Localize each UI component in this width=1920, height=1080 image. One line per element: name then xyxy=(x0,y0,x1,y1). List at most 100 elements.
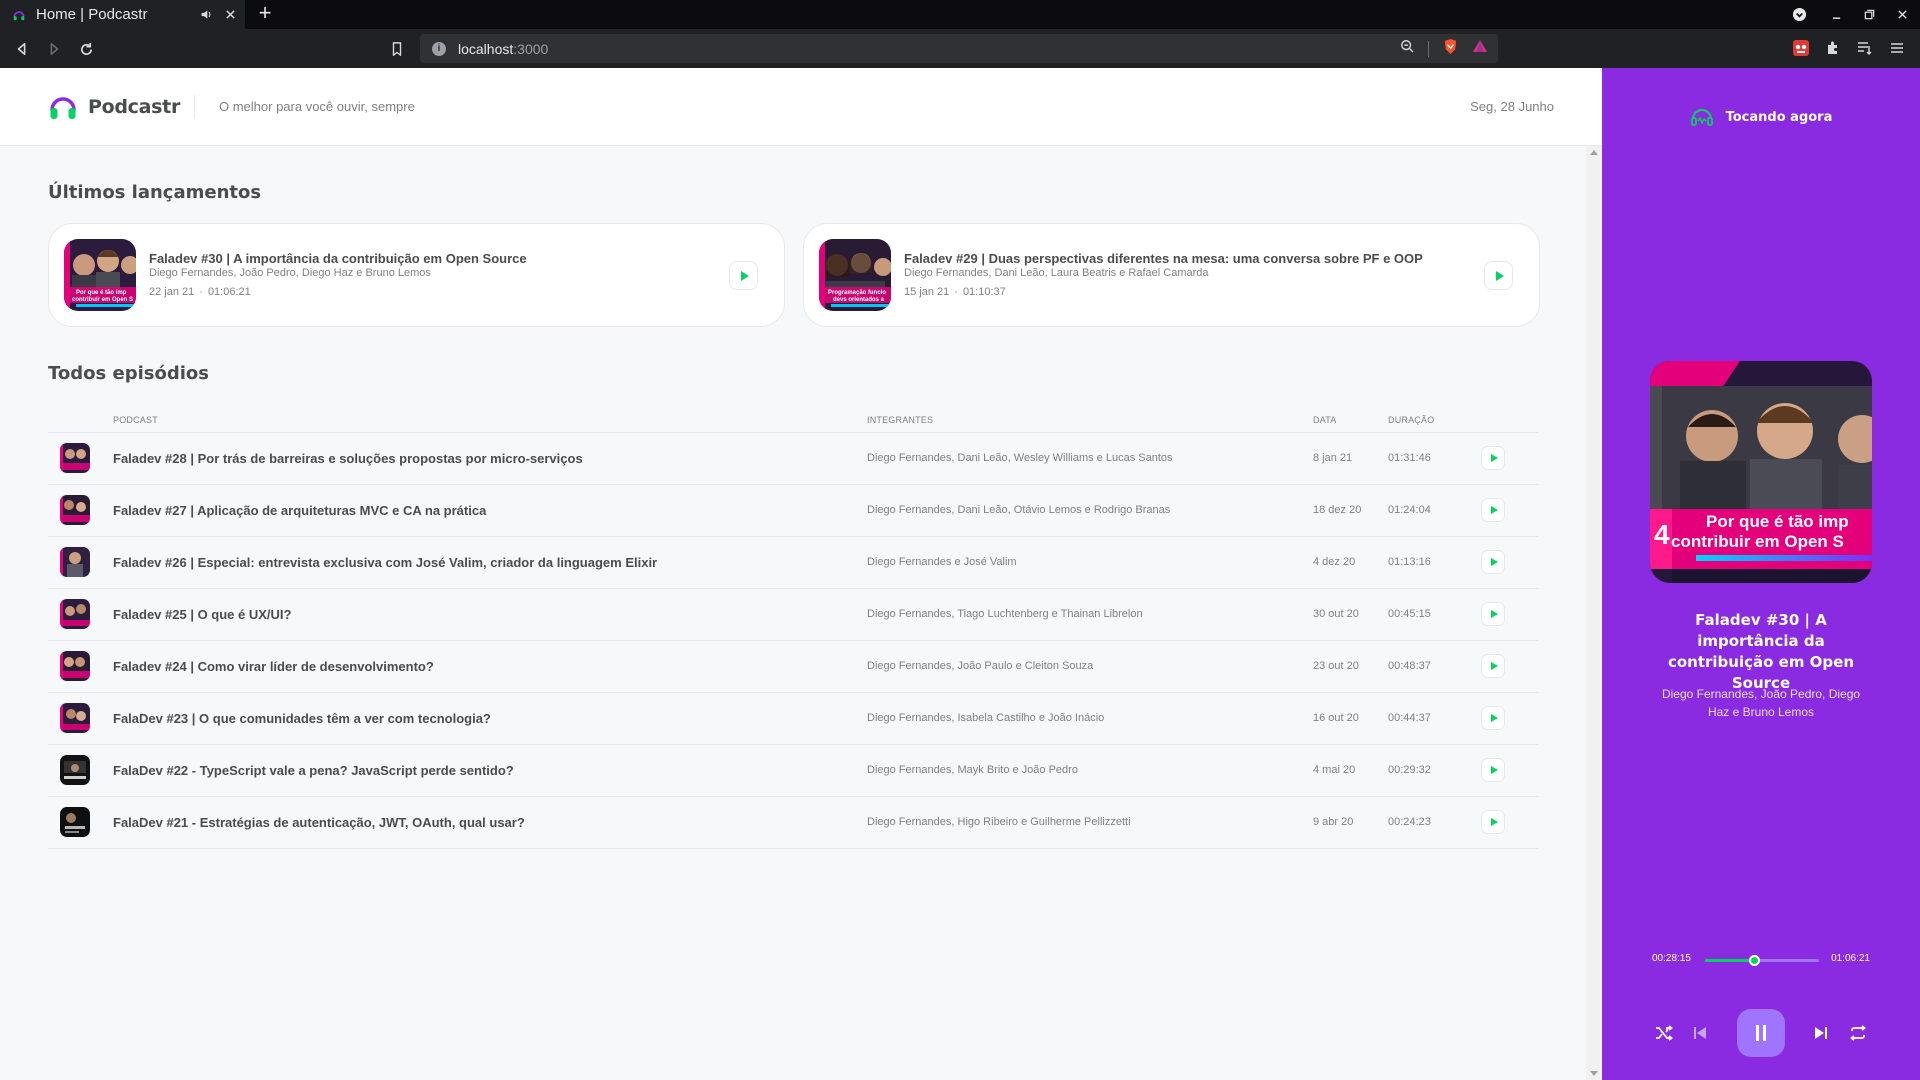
reload-icon[interactable] xyxy=(74,37,98,61)
browser-tab-title: Home | Podcastr xyxy=(36,6,148,23)
play-button[interactable] xyxy=(1481,550,1505,574)
hamburger-menu-icon[interactable] xyxy=(1886,37,1908,59)
repeat-icon xyxy=(1850,1025,1866,1041)
shuffle-button[interactable] xyxy=(1652,1021,1676,1045)
episode-title-link[interactable]: FalaDev #22 - TypeScript vale a pena? Ja… xyxy=(113,744,867,797)
episode-thumbnail[interactable]: Por que é tão imp contribuir em Open S xyxy=(64,239,136,311)
table-row: Faladev #27 | Aplicação de arquiteturas … xyxy=(48,484,1538,537)
address-bar[interactable]: i localhost:3000 xyxy=(420,34,1498,63)
back-icon[interactable] xyxy=(10,37,34,61)
tagline: O melhor para você ouvir, sempre xyxy=(219,99,415,114)
episode-members: Diego Fernandes e José Valim xyxy=(867,536,1313,589)
player-panel: Tocando agora 4 Por que é tão imp contri… xyxy=(1602,68,1920,1080)
progress-fill xyxy=(1705,959,1754,962)
play-button[interactable] xyxy=(1481,654,1505,678)
forward-icon[interactable] xyxy=(42,37,66,61)
bookmark-icon[interactable] xyxy=(385,37,409,61)
close-tab-icon[interactable] xyxy=(221,6,239,24)
now-playing-members: Diego Fernandes, João Pedro, Diego Haz e… xyxy=(1661,687,1861,719)
play-icon xyxy=(1490,714,1498,722)
page-scrollbar[interactable] xyxy=(1586,146,1602,1080)
episode-duration: 00:29:32 xyxy=(1388,744,1481,797)
progress-handle[interactable] xyxy=(1748,955,1760,966)
episode-duration: 00:48:37 xyxy=(1388,640,1481,693)
episode-title-link[interactable]: Faladev #30 | A importância da contribui… xyxy=(149,251,527,266)
episode-title-link[interactable]: Faladev #28 | Por trás de barreiras e so… xyxy=(113,432,867,485)
speaker-icon[interactable] xyxy=(197,6,215,24)
repeat-button[interactable] xyxy=(1846,1021,1870,1045)
header-divider xyxy=(194,95,195,119)
progress-bar: 00:28:15 01:06:21 xyxy=(1650,951,1872,967)
table-row: Faladev #25 | O que é UX/UI? Diego Ferna… xyxy=(48,588,1538,641)
episode-thumbnail[interactable] xyxy=(60,755,90,785)
episode-title-link[interactable]: Faladev #26 | Especial: entrevista exclu… xyxy=(113,536,867,589)
episode-title-link[interactable]: FalaDev #23 | O que comunidades têm a ve… xyxy=(113,692,867,745)
episode-members: Diego Fernandes, João Paulo e Cleiton So… xyxy=(867,640,1313,693)
previous-button[interactable] xyxy=(1688,1021,1712,1045)
new-tab-button[interactable]: + xyxy=(253,2,277,26)
episode-members: Diego Fernandes, João Pedro, Diego Haz e… xyxy=(149,267,431,279)
column-header-thumb xyxy=(48,408,113,433)
episode-thumbnail[interactable] xyxy=(60,495,90,525)
progress-slider[interactable] xyxy=(1705,955,1819,966)
minimize-icon[interactable] xyxy=(1821,0,1851,29)
episode-thumbnail[interactable] xyxy=(60,651,90,681)
svg-text:Por que é tão imp: Por que é tão imp xyxy=(76,290,127,296)
site-info-icon[interactable]: i xyxy=(432,41,446,56)
zoom-icon[interactable] xyxy=(1400,39,1414,58)
scroll-down-arrow-icon[interactable] xyxy=(1590,1071,1598,1076)
column-header-action xyxy=(1481,408,1538,433)
restore-icon[interactable] xyxy=(1854,0,1884,29)
episode-title-link[interactable]: Faladev #27 | Aplicação de arquiteturas … xyxy=(113,484,867,537)
episode-thumbnail[interactable]: Programação funcio devs orientados a xyxy=(819,239,891,311)
episode-thumbnail[interactable] xyxy=(60,443,90,473)
play-button[interactable] xyxy=(1481,810,1505,834)
episode-title-link[interactable]: FalaDev #21 - Estratégias de autenticaçã… xyxy=(113,796,867,849)
logo-text: Podcastr xyxy=(88,96,181,118)
scroll-up-arrow-icon[interactable] xyxy=(1590,150,1598,155)
episode-thumbnail[interactable] xyxy=(60,599,90,629)
close-window-icon[interactable] xyxy=(1887,0,1917,29)
play-button[interactable] xyxy=(729,261,758,290)
playing-now-icon xyxy=(1690,109,1713,126)
episode-date: 30 out 20 xyxy=(1313,588,1388,641)
episode-duration: 01:24:04 xyxy=(1388,484,1481,537)
browser-menu-dropdown-icon[interactable] xyxy=(1784,0,1814,29)
play-icon xyxy=(1490,558,1498,566)
play-button[interactable] xyxy=(1481,706,1505,730)
home-page: Últimos lançamentos Por que é tão imp co… xyxy=(0,146,1586,1080)
all-episodes-title: Todos episódios xyxy=(48,363,209,384)
play-button[interactable] xyxy=(1481,602,1505,626)
extensions-puzzle-icon[interactable] xyxy=(1822,37,1844,59)
episode-duration: 01:06:21 xyxy=(207,286,251,298)
episode-thumbnail[interactable] xyxy=(60,807,90,837)
latest-episode-card[interactable]: Programação funcio devs orientados a Fal… xyxy=(803,223,1540,327)
extension-red-icon[interactable] xyxy=(1790,37,1812,59)
episode-duration: 01:13:16 xyxy=(1388,536,1481,589)
episode-title-link[interactable]: Faladev #29 | Duas perspectivas diferent… xyxy=(904,251,1423,266)
logo[interactable]: Podcastr xyxy=(48,92,180,122)
episode-meta: 22 jan 21 · 01:06:21 xyxy=(149,286,251,298)
pause-button[interactable] xyxy=(1737,1009,1785,1057)
reading-list-icon[interactable] xyxy=(1854,37,1876,59)
play-button[interactable] xyxy=(1481,446,1505,470)
play-button[interactable] xyxy=(1484,261,1513,290)
total-time: 01:06:21 xyxy=(1831,953,1870,964)
meta-separator: · xyxy=(954,286,958,298)
episode-title-link[interactable]: Faladev #25 | O que é UX/UI? xyxy=(113,588,867,641)
latest-episode-card[interactable]: Por que é tão imp contribuir em Open S F… xyxy=(48,223,785,327)
table-row: FalaDev #21 - Estratégias de autenticaçã… xyxy=(48,796,1538,849)
episode-members: Diego Fernandes, Mayk Brito e João Pedro xyxy=(867,744,1313,797)
player-controls xyxy=(1642,1009,1880,1057)
browser-tab-active[interactable]: Home | Podcastr xyxy=(0,0,245,29)
episode-date: 8 jan 21 xyxy=(1313,432,1388,485)
next-button[interactable] xyxy=(1809,1021,1833,1045)
episode-thumbnail[interactable] xyxy=(60,547,90,577)
brave-shields-icon[interactable] xyxy=(1443,38,1458,60)
brave-rewards-icon[interactable] xyxy=(1472,39,1488,58)
play-button[interactable] xyxy=(1481,758,1505,782)
play-button[interactable] xyxy=(1481,498,1505,522)
play-icon xyxy=(740,270,749,281)
episode-thumbnail[interactable] xyxy=(60,703,90,733)
episode-title-link[interactable]: Faladev #24 | Como virar líder de desenv… xyxy=(113,640,867,693)
